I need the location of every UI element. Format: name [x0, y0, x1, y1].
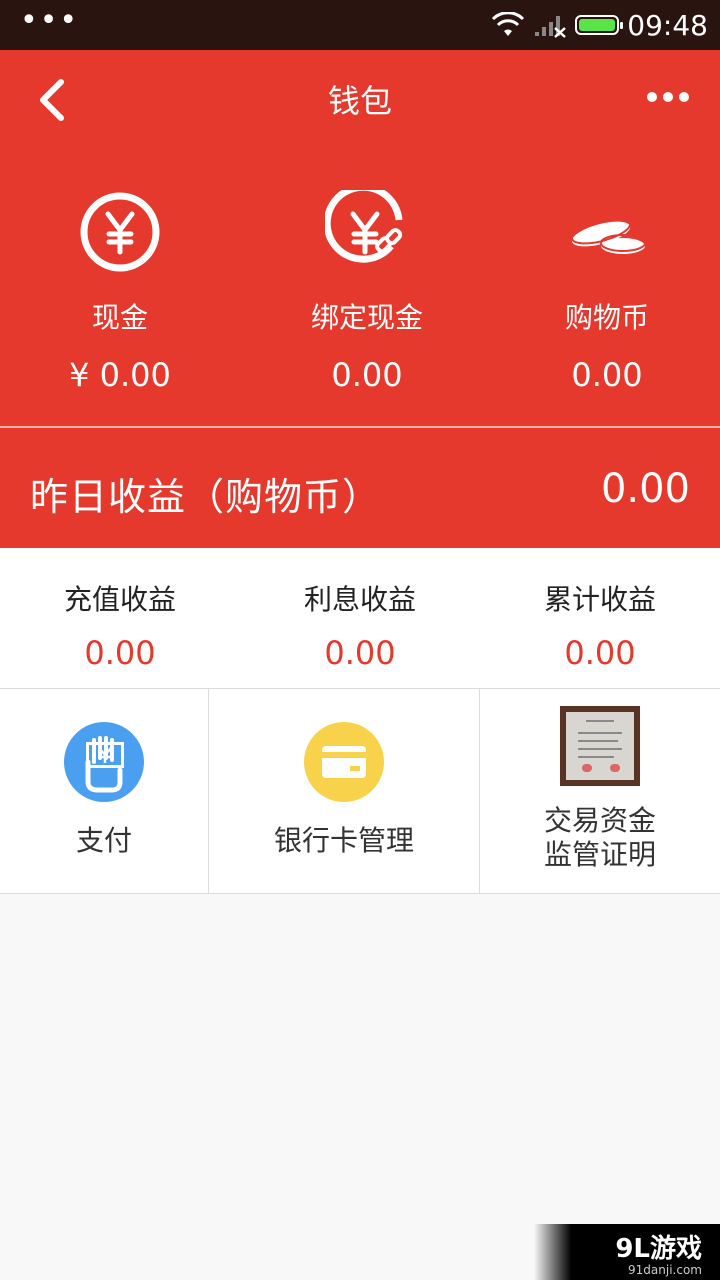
balance-label: 现金: [91, 301, 148, 334]
cert-line: [578, 740, 618, 742]
more-dot: [663, 92, 673, 102]
earning-label: 累计收益: [543, 583, 656, 616]
cert-line: [578, 748, 622, 750]
certificate-label-line2: 监管证明: [543, 838, 656, 871]
balance-value: ¥ 0.00: [69, 356, 171, 394]
status-bar: ••• 09:48: [0, 0, 720, 50]
more-dots-icon: [647, 92, 657, 102]
earning-total: 累计收益 0.00: [480, 578, 720, 672]
balance-label: 购物币: [564, 301, 649, 334]
earning-value: 0.00: [324, 634, 396, 672]
balance-value: 0.00: [571, 356, 643, 394]
more-button[interactable]: [638, 72, 698, 122]
status-time: 09:48: [627, 8, 708, 42]
battery-icon: [575, 15, 624, 35]
cert-line: [578, 732, 622, 734]
cert-stamp: [582, 764, 592, 772]
earning-value: 0.00: [84, 634, 156, 672]
watermark: 9L游戏 91danji.com: [534, 1224, 720, 1280]
balance-label: 绑定现金: [310, 301, 423, 334]
notification-dots: •••: [20, 3, 80, 38]
signal-icon: [535, 16, 567, 38]
pay-label: 支付: [75, 824, 132, 857]
bank-card-glyph: [322, 746, 366, 778]
yuan-link-icon: [325, 190, 403, 263]
watermark-url: 91danji.com: [628, 1263, 702, 1277]
cert-line: [586, 720, 614, 722]
earning-recharge: 充值收益 0.00: [0, 578, 240, 672]
payment-hand-icon: [64, 722, 144, 802]
page-title: 钱包: [327, 82, 392, 120]
certificate-icon: [560, 706, 640, 786]
certificate-label: 交易资金 监管证明: [480, 804, 720, 872]
coins-icon: [570, 217, 646, 254]
wifi-icon: [492, 12, 525, 36]
wallet-header: 钱包 现金 ¥ 0.00 绑定现金 0.00 购物币 0.00: [0, 50, 720, 426]
balance-cash[interactable]: 现金 ¥ 0.00: [0, 190, 240, 394]
yuan-circle-icon: [80, 192, 160, 272]
payment-hand-glyph: [85, 736, 124, 793]
pay-button[interactable]: 支付: [0, 689, 209, 893]
earning-value: 0.00: [564, 634, 636, 672]
bank-card-label: 银行卡管理: [273, 824, 414, 857]
balance-bound-cash[interactable]: 绑定现金 0.00: [247, 190, 487, 394]
earning-interest: 利息收益 0.00: [240, 578, 480, 672]
balance-value: 0.00: [331, 356, 403, 394]
earning-label: 充值收益: [63, 583, 176, 616]
watermark-logo: 9L游戏: [615, 1234, 702, 1264]
more-dot: [679, 92, 689, 102]
certificate-label-line1: 交易资金: [543, 804, 656, 837]
cert-line: [578, 756, 614, 758]
bank-card-icon: [304, 722, 384, 802]
status-icons: 09:48: [491, 0, 708, 50]
certificate-paper: [566, 712, 634, 780]
yesterday-label: 昨日收益（购物币）: [30, 475, 382, 519]
action-grid: 支付 银行卡管理 交易资金 监管证明: [0, 689, 720, 894]
bank-card-button[interactable]: 银行卡管理: [209, 689, 480, 893]
balance-shopping-coins[interactable]: 购物币 0.00: [487, 190, 720, 394]
earning-label: 利息收益: [303, 583, 416, 616]
yesterday-earnings: 昨日收益（购物币） 0.00: [0, 428, 720, 548]
yesterday-value: 0.00: [600, 466, 690, 512]
earnings-breakdown: 充值收益 0.00 利息收益 0.00 累计收益 0.00: [0, 548, 720, 689]
fund-certificate-button[interactable]: 交易资金 监管证明: [480, 689, 720, 893]
cert-stamp: [610, 764, 620, 772]
